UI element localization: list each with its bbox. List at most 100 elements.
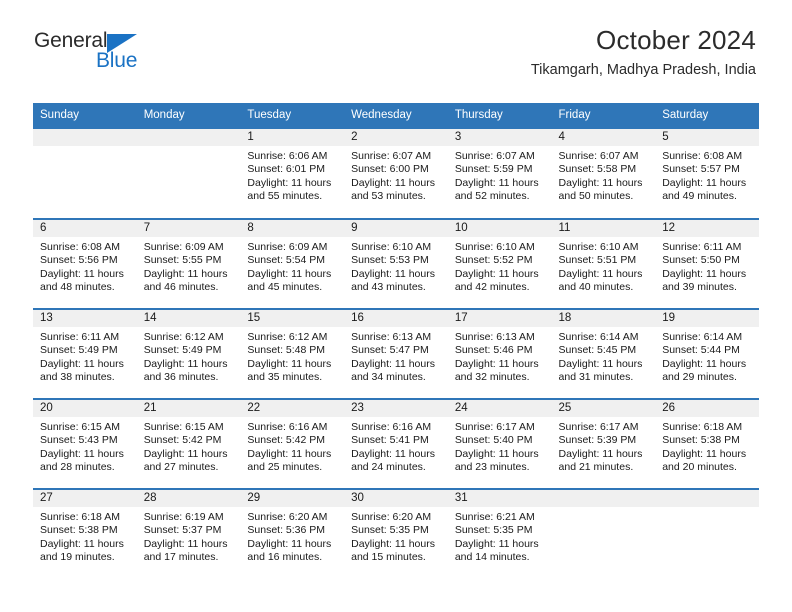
daylight-duration-line2: and 55 minutes.	[247, 190, 323, 203]
day-number: 6	[40, 221, 47, 234]
calendar-day-cell[interactable]: 16 Sunrise: 6:13 AM Sunset: 5:47 PM Dayligh…	[344, 307, 448, 399]
daylight-duration-line2: and 17 minutes.	[143, 551, 219, 564]
day-number-band: 24	[447, 399, 552, 417]
sunset-time: Sunset: 5:38 PM	[40, 524, 118, 537]
calendar-day-cell[interactable]: 25 Sunrise: 6:17 AM Sunset: 5:39 PM Dayligh…	[551, 397, 656, 489]
day-number: 26	[662, 401, 676, 414]
sunset-time: Sunset: 5:52 PM	[454, 254, 533, 267]
day-sun-info: Sunrise: 6:21 AM Sunset: 5:35 PM Daylight:…	[448, 507, 552, 565]
calendar-day-cell[interactable]: 8 Sunrise: 6:09 AM Sunset: 5:54 PM Daylight…	[240, 217, 345, 309]
daylight-duration-line1: Daylight: 11 hours	[40, 537, 124, 550]
calendar-day-cell[interactable]: 20 Sunrise: 6:15 AM Sunset: 5:43 PM Dayligh…	[33, 397, 137, 489]
daylight-duration-line1: Daylight: 11 hours	[351, 267, 435, 280]
day-number: 24	[454, 401, 468, 414]
calendar-day-cell[interactable]: 17 Sunrise: 6:13 AM Sunset: 5:46 PM Dayligh…	[447, 307, 552, 399]
day-sun-info: Sunrise: 6:11 AM Sunset: 5:50 PM Daylight:…	[655, 237, 759, 295]
calendar-day-cell[interactable]: 28 Sunrise: 6:19 AM Sunset: 5:37 PM Dayligh…	[136, 487, 241, 579]
calendar-day-cell-empty	[33, 128, 137, 219]
day-sun-info: Sunrise: 6:16 AM Sunset: 5:42 PM Daylight:…	[240, 417, 344, 475]
calendar-day-cell[interactable]: 14 Sunrise: 6:12 AM Sunset: 5:49 PM Dayligh…	[136, 307, 241, 399]
calendar-day-cell[interactable]: 18 Sunrise: 6:14 AM Sunset: 5:45 PM Dayligh…	[551, 307, 656, 399]
day-number: 14	[143, 311, 157, 324]
day-number-band: 4	[551, 128, 656, 146]
day-number: 29	[247, 491, 261, 504]
day-sun-info: Sunrise: 6:13 AM Sunset: 5:46 PM Daylight:…	[448, 327, 552, 385]
sunrise-time: Sunrise: 6:17 AM	[558, 420, 639, 433]
calendar-header-row-group: Sunday Monday Tuesday Wednesday Thursday…	[33, 103, 759, 129]
calendar-day-cell[interactable]: 2 Sunrise: 6:07 AM Sunset: 6:00 PM Daylight…	[344, 128, 448, 219]
daylight-duration-line1: Daylight: 11 hours	[143, 267, 228, 280]
daylight-duration-line1: Daylight: 11 hours	[247, 537, 332, 550]
day-sun-info: Sunrise: 6:17 AM Sunset: 5:39 PM Daylight:…	[552, 417, 656, 475]
sunrise-time: Sunrise: 6:08 AM	[662, 149, 743, 162]
sunrise-time: Sunrise: 6:15 AM	[143, 420, 224, 433]
calendar-day-cell[interactable]: 24 Sunrise: 6:17 AM Sunset: 5:40 PM Dayligh…	[447, 397, 552, 489]
day-number: 12	[662, 221, 676, 234]
day-number-band: 26	[655, 399, 759, 417]
calendar-day-cell[interactable]: 5 Sunrise: 6:08 AM Sunset: 5:57 PM Daylight…	[655, 128, 759, 219]
day-number-band: 31	[447, 489, 552, 507]
calendar-day-cell[interactable]: 9 Sunrise: 6:10 AM Sunset: 5:53 PM Daylight…	[344, 217, 448, 309]
calendar-week-row: 27 Sunrise: 6:18 AM Sunset: 5:38 PM Dayligh…	[33, 487, 759, 579]
page-title: October 2024	[596, 25, 756, 55]
daylight-duration-line1: Daylight: 11 hours	[662, 357, 747, 370]
day-sun-info: Sunrise: 6:18 AM Sunset: 5:38 PM Daylight:…	[33, 507, 137, 565]
calendar-day-cell[interactable]: 31 Sunrise: 6:21 AM Sunset: 5:35 PM Dayligh…	[447, 487, 552, 579]
day-number-band: 1	[240, 128, 345, 146]
sunrise-time: Sunrise: 6:08 AM	[40, 240, 120, 253]
calendar-day-cell[interactable]: 1 Sunrise: 6:06 AM Sunset: 6:01 PM Daylight…	[240, 128, 345, 219]
calendar-day-cell[interactable]: 6 Sunrise: 6:08 AM Sunset: 5:56 PM Daylight…	[33, 217, 137, 309]
calendar-day-cell[interactable]: 26 Sunrise: 6:18 AM Sunset: 5:38 PM Dayligh…	[655, 397, 759, 489]
daylight-duration-line2: and 21 minutes.	[558, 461, 634, 474]
day-sun-info: Sunrise: 6:17 AM Sunset: 5:40 PM Daylight:…	[448, 417, 552, 475]
sunset-time: Sunset: 5:49 PM	[143, 344, 222, 357]
sunrise-time: Sunrise: 6:07 AM	[351, 149, 432, 162]
calendar-day-cell[interactable]: 21 Sunrise: 6:15 AM Sunset: 5:42 PM Dayligh…	[136, 397, 241, 489]
calendar-day-cell[interactable]: 12 Sunrise: 6:11 AM Sunset: 5:50 PM Dayligh…	[655, 217, 759, 309]
sunset-time: Sunset: 5:35 PM	[351, 524, 429, 537]
calendar-week-row: 20 Sunrise: 6:15 AM Sunset: 5:43 PM Dayligh…	[33, 397, 759, 489]
sunrise-time: Sunrise: 6:10 AM	[558, 240, 639, 253]
daylight-duration-line2: and 14 minutes.	[454, 551, 530, 564]
daylight-duration-line2: and 43 minutes.	[351, 281, 426, 294]
day-sun-info: Sunrise: 6:12 AM Sunset: 5:49 PM Daylight:…	[137, 327, 241, 385]
day-number-band: 5	[655, 128, 759, 146]
sunrise-time: Sunrise: 6:16 AM	[351, 420, 432, 433]
calendar-day-cell[interactable]: 15 Sunrise: 6:12 AM Sunset: 5:48 PM Dayligh…	[240, 307, 345, 399]
sunset-time: Sunset: 5:42 PM	[143, 434, 222, 447]
sunset-time: Sunset: 5:43 PM	[40, 434, 118, 447]
calendar-day-cell[interactable]: 4 Sunrise: 6:07 AM Sunset: 5:58 PM Daylight…	[551, 128, 656, 219]
calendar-body: 1 Sunrise: 6:06 AM Sunset: 6:01 PM Daylight…	[33, 128, 759, 579]
sunrise-time: Sunrise: 6:15 AM	[40, 420, 120, 433]
daylight-duration-line1: Daylight: 11 hours	[247, 176, 332, 189]
day-number-band: 20	[33, 399, 137, 417]
day-sun-info: Sunrise: 6:12 AM Sunset: 5:48 PM Daylight:…	[240, 327, 344, 385]
day-number-band: 3	[447, 128, 552, 146]
daylight-duration-line2: and 36 minutes.	[143, 371, 219, 384]
day-sun-info: Sunrise: 6:10 AM Sunset: 5:51 PM Daylight:…	[552, 237, 656, 295]
calendar-day-cell[interactable]: 7 Sunrise: 6:09 AM Sunset: 5:55 PM Daylight…	[136, 217, 241, 309]
daylight-duration-line2: and 27 minutes.	[143, 461, 219, 474]
weekday-header-friday: Friday	[551, 103, 656, 129]
day-number: 11	[558, 221, 571, 234]
calendar-day-cell[interactable]: 23 Sunrise: 6:16 AM Sunset: 5:41 PM Dayligh…	[344, 397, 448, 489]
sunrise-time: Sunrise: 6:07 AM	[558, 149, 639, 162]
day-number: 30	[351, 491, 364, 504]
daylight-duration-line1: Daylight: 11 hours	[558, 176, 643, 189]
calendar-day-cell[interactable]: 10 Sunrise: 6:10 AM Sunset: 5:52 PM Dayligh…	[447, 217, 552, 309]
day-number-band: 13	[33, 309, 137, 327]
daylight-duration-line2: and 49 minutes.	[662, 190, 737, 203]
calendar-day-cell[interactable]: 13 Sunrise: 6:11 AM Sunset: 5:49 PM Dayligh…	[33, 307, 137, 399]
sunrise-time: Sunrise: 6:18 AM	[40, 510, 120, 523]
calendar-day-cell[interactable]: 19 Sunrise: 6:14 AM Sunset: 5:44 PM Dayligh…	[655, 307, 759, 399]
calendar-day-cell[interactable]: 27 Sunrise: 6:18 AM Sunset: 5:38 PM Dayligh…	[33, 487, 137, 579]
daylight-duration-line2: and 45 minutes.	[247, 281, 323, 294]
calendar-day-cell[interactable]: 11 Sunrise: 6:10 AM Sunset: 5:51 PM Dayligh…	[551, 217, 656, 309]
calendar-day-cell[interactable]: 3 Sunrise: 6:07 AM Sunset: 5:59 PM Daylight…	[447, 128, 552, 219]
day-number-band: 15	[240, 309, 345, 327]
calendar-day-cell[interactable]: 29 Sunrise: 6:20 AM Sunset: 5:36 PM Dayligh…	[240, 487, 345, 579]
sunrise-time: Sunrise: 6:06 AM	[247, 149, 328, 162]
calendar-day-cell[interactable]: 30 Sunrise: 6:20 AM Sunset: 5:35 PM Dayligh…	[344, 487, 448, 579]
generalblue-logo[interactable]: General Blue	[34, 24, 154, 72]
calendar-day-cell[interactable]: 22 Sunrise: 6:16 AM Sunset: 5:42 PM Dayligh…	[240, 397, 345, 489]
